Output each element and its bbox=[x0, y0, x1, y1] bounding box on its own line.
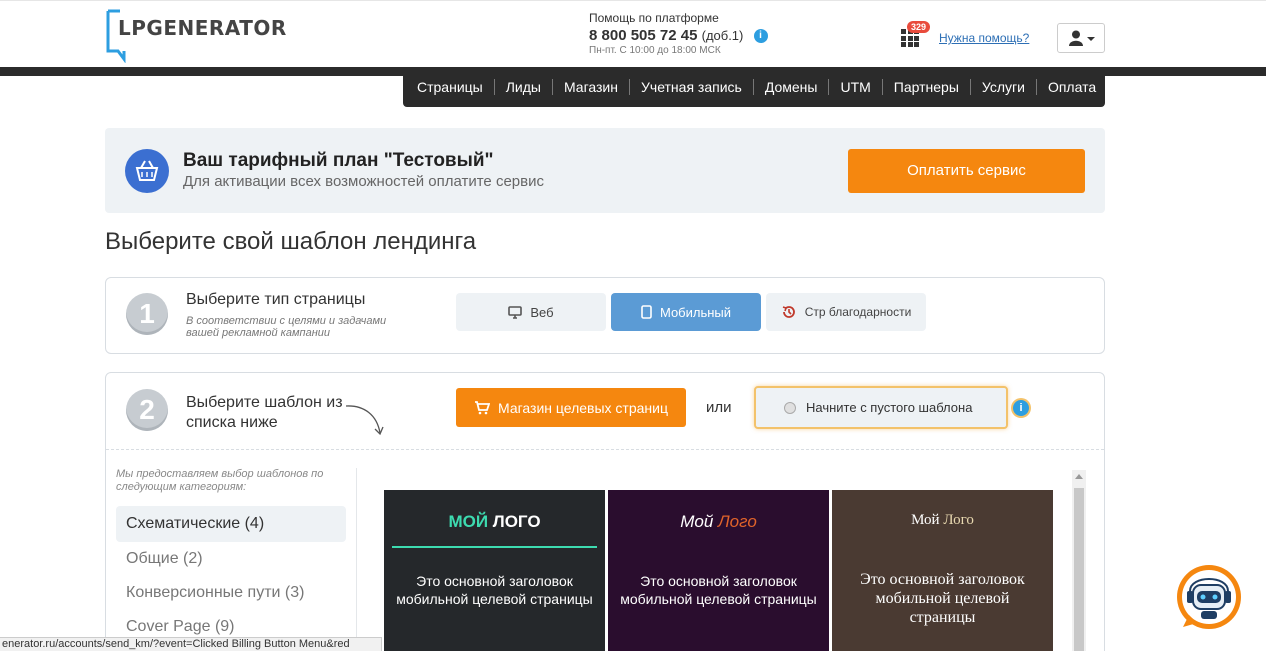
category-separator bbox=[356, 468, 357, 651]
nav-item-services[interactable]: Услуги bbox=[969, 79, 1036, 95]
page-title: Выберите свой шаблон лендинга bbox=[105, 228, 477, 255]
template-shop-button[interactable]: Магазин целевых страниц bbox=[456, 388, 686, 427]
type-web-label: Веб bbox=[530, 304, 554, 320]
user-menu-button[interactable] bbox=[1057, 23, 1105, 53]
phone-ext: (доб.1) bbox=[701, 28, 744, 43]
chatbot-icon[interactable] bbox=[1173, 563, 1245, 635]
step-number-1: 1 bbox=[126, 293, 168, 335]
template-logo: МОЙ ЛОГО bbox=[448, 512, 541, 531]
type-mobile-button[interactable]: Мобильный bbox=[611, 293, 761, 331]
template-logo: Мой Лого bbox=[911, 512, 974, 528]
support-block: Помощь по платформе 8 800 505 72 45 (доб… bbox=[589, 11, 768, 56]
step-number-2: 2 bbox=[126, 389, 168, 431]
type-thankyou-button[interactable]: Стр благодарности bbox=[766, 293, 926, 331]
history-icon bbox=[782, 306, 795, 318]
nav-item-partners[interactable]: Партнеры bbox=[881, 79, 970, 95]
template-card[interactable]: МОЙ ЛОГО Это основной заголовок мобильно… bbox=[384, 490, 605, 651]
main-nav: Страницы Лиды Магазин Учетная запись Дом… bbox=[403, 67, 1105, 107]
empty-template-label: Начните с пустого шаблона bbox=[806, 400, 973, 415]
template-headline: Это основной заголовок мобильной целевой… bbox=[620, 573, 817, 607]
need-help-link[interactable]: Нужна помощь? bbox=[939, 31, 1029, 45]
pay-service-button[interactable]: Оплатить сервис bbox=[848, 149, 1085, 193]
cart-icon bbox=[475, 400, 490, 414]
notification-badge[interactable]: 329 bbox=[907, 21, 931, 33]
or-text: или bbox=[706, 399, 732, 416]
nav-item-domains[interactable]: Домены bbox=[752, 79, 829, 95]
support-label: Помощь по платформе bbox=[589, 11, 719, 25]
tariff-title: Ваш тарифный план "Тестовый" bbox=[183, 150, 494, 171]
monitor-icon bbox=[508, 305, 523, 319]
step-page-type: 1 Выберите тип страницы В соответствии с… bbox=[105, 277, 1105, 354]
category-list: Мы предоставляем выбор шаблонов по следу… bbox=[106, 450, 356, 651]
logo-text[interactable]: LPGENERATOR bbox=[118, 16, 287, 40]
tariff-subtitle: Для активации всех возможностей оплатите… bbox=[183, 173, 544, 190]
step-template: 2 Выберите шаблон из списка ниже Магазин… bbox=[105, 372, 1105, 651]
template-headline: Это основной заголовок мобильной целевой… bbox=[860, 571, 1025, 626]
scroll-thumb[interactable] bbox=[1074, 488, 1084, 651]
nav-item-utm[interactable]: UTM bbox=[828, 79, 881, 95]
categories-hint: Мы предоставляем выбор шаблонов по следу… bbox=[116, 468, 324, 493]
phone-icon bbox=[641, 305, 652, 319]
templates-scrollbar[interactable] bbox=[1072, 470, 1086, 651]
step-title: Выберите тип страницы bbox=[186, 291, 366, 308]
template-shop-label: Магазин целевых страниц bbox=[498, 399, 668, 416]
radio-button[interactable] bbox=[784, 401, 796, 414]
type-thankyou-label: Стр благодарности bbox=[804, 305, 912, 319]
info-icon[interactable]: i bbox=[753, 29, 768, 44]
category-item-schematic[interactable]: Схематические (4) bbox=[116, 506, 346, 542]
template-divider bbox=[392, 546, 597, 548]
basket-icon bbox=[125, 149, 169, 193]
nav-item-payment[interactable]: Оплата bbox=[1035, 79, 1107, 95]
nav-item-leads[interactable]: Лиды bbox=[493, 79, 552, 95]
curved-arrow-icon bbox=[345, 405, 384, 436]
browser-status-url: enerator.ru/accounts/send_km/?event=Clic… bbox=[0, 637, 382, 651]
template-card[interactable]: Мой Лого Это основной заголовок мобильно… bbox=[832, 490, 1053, 651]
nav-item-account[interactable]: Учетная запись bbox=[629, 79, 753, 95]
template-headline: Это основной заголовок мобильной целевой… bbox=[396, 573, 593, 607]
user-icon bbox=[1069, 30, 1083, 46]
nav-item-pages[interactable]: Страницы bbox=[406, 79, 494, 95]
info-icon[interactable]: i bbox=[1013, 400, 1029, 416]
template-card[interactable]: Мой Лого Это основной заголовок мобильно… bbox=[608, 490, 829, 651]
chevron-down-icon bbox=[1087, 37, 1095, 41]
template-logo: Мой Лого bbox=[680, 512, 757, 531]
scroll-up-icon[interactable] bbox=[1075, 474, 1083, 479]
phone-number: 8 800 505 72 45 bbox=[589, 27, 698, 44]
type-mobile-label: Мобильный bbox=[659, 304, 732, 320]
empty-template-button[interactable]: Начните с пустого шаблона bbox=[754, 386, 1008, 429]
category-item-general[interactable]: Общие (2) bbox=[116, 541, 346, 577]
type-web-button[interactable]: Веб bbox=[456, 293, 606, 331]
category-item-conversion[interactable]: Конверсионные пути (3) bbox=[116, 575, 346, 611]
nav-item-shop[interactable]: Магазин bbox=[551, 79, 629, 95]
support-hours: Пн-пт. С 10:00 до 18:00 МСК bbox=[589, 45, 721, 56]
header: LPGENERATOR Помощь по платформе 8 800 50… bbox=[0, 0, 1266, 67]
tariff-banner: Ваш тарифный план "Тестовый" Для активац… bbox=[105, 128, 1105, 213]
support-phone: 8 800 505 72 45 (доб.1) i bbox=[589, 27, 768, 44]
step-hint: В соответствии с целями и задачами вашей… bbox=[186, 315, 387, 339]
